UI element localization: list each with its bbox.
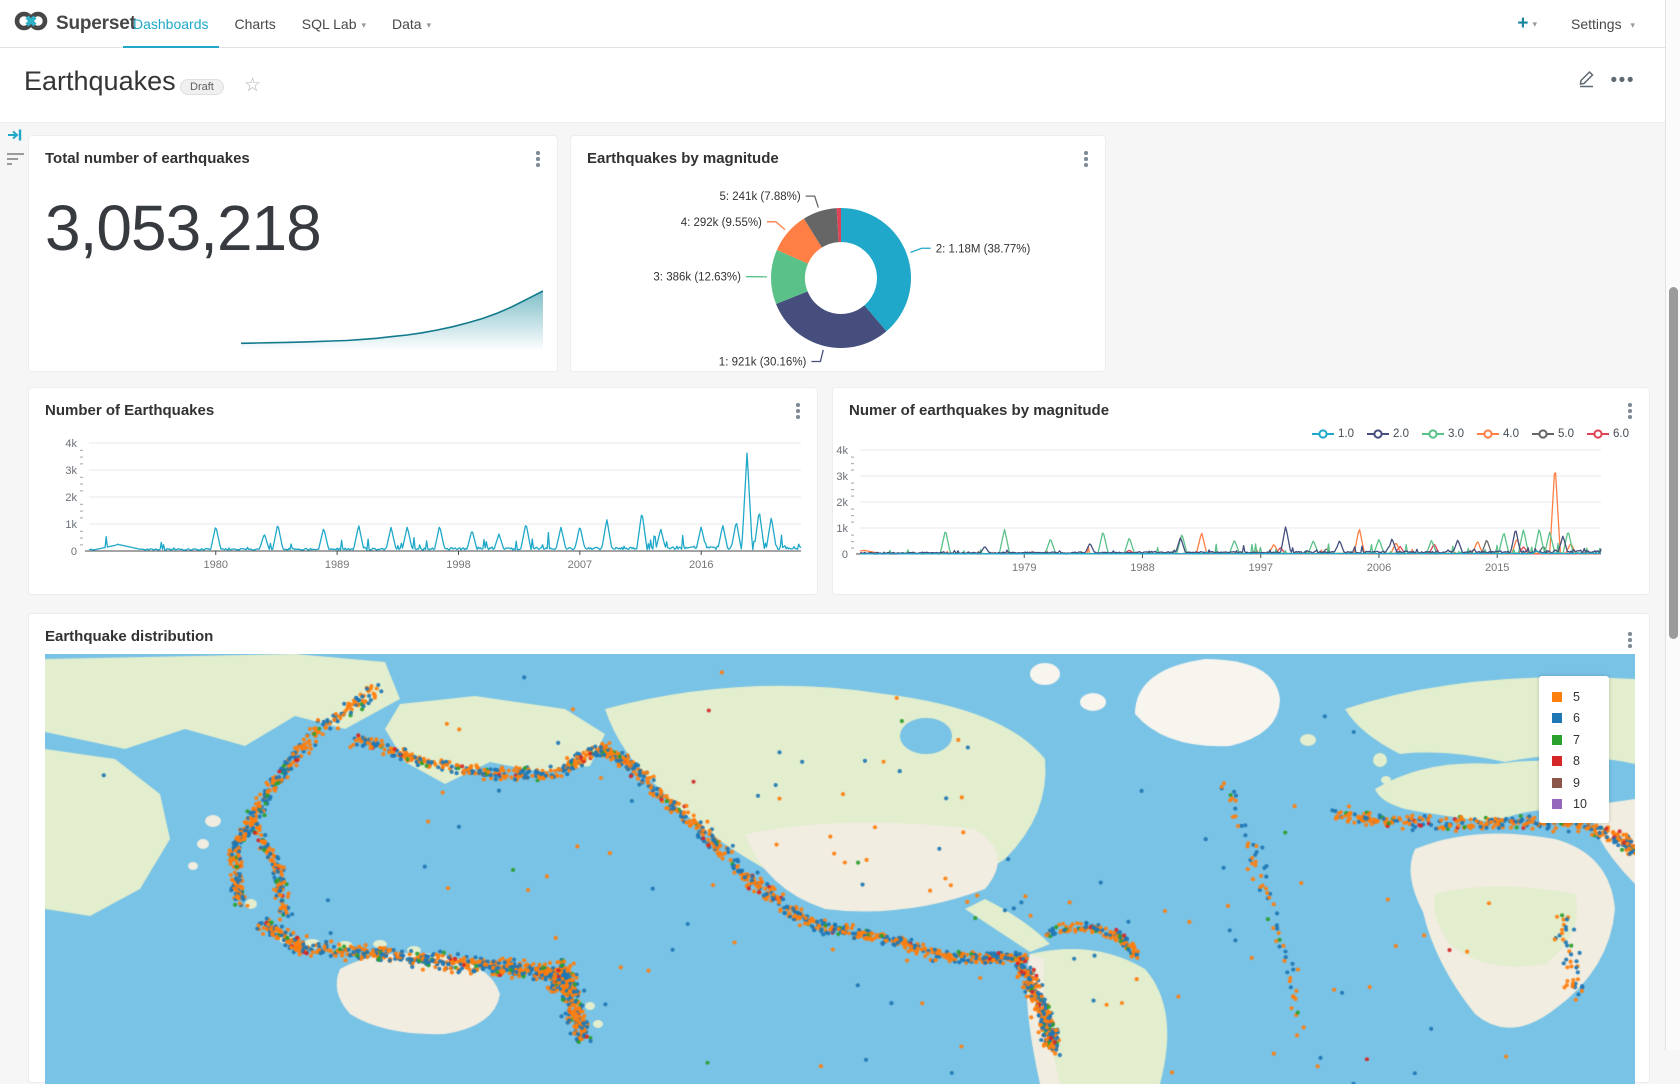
settings-label: Settings xyxy=(1571,16,1622,32)
y-axis-label: 4k xyxy=(65,438,77,450)
legend-label: 10 xyxy=(1573,797,1587,811)
top-navbar: Superset DashboardsChartsSQL Lab▾Data▾ +… xyxy=(0,0,1665,48)
nav-item-dashboards[interactable]: Dashboards xyxy=(123,0,219,48)
y-axis-label: 2k xyxy=(65,492,77,504)
donut-label-magnitude-5: 5: 241k (7.88%) xyxy=(719,191,800,203)
filter-list-icon[interactable] xyxy=(7,150,25,168)
chart-options-kebab-icon[interactable] xyxy=(536,151,540,169)
map-legend: 5 6 7 8 9 10 xyxy=(1539,676,1609,823)
nav-item-data[interactable]: Data▾ xyxy=(382,0,441,48)
superset-logo-icon xyxy=(14,9,48,38)
donut-label-magnitude-2: 2: 1.18M (38.77%) xyxy=(936,243,1031,255)
series-line-4.0[interactable] xyxy=(860,473,1601,554)
x-axis-label: 1998 xyxy=(446,559,470,571)
line-chart[interactable]: 0 1k 2k 3k 4k 1980 1989 1998 2007 2016 xyxy=(29,388,817,594)
legend-label: 9 xyxy=(1573,776,1580,790)
y-axis-label: 3k xyxy=(836,471,848,483)
card-earthquakes-by-magnitude-timeseries: Numer of earthquakes by magnitude 1.02.0… xyxy=(832,387,1650,595)
series-line-3.0[interactable] xyxy=(860,530,1601,554)
card-earthquakes-by-magnitude: Earthquakes by magnitude 2: 1.18M (38.77… xyxy=(570,135,1106,372)
donut-chart[interactable]: 2: 1.18M (38.77%) 1: 921k (30.16%) 3: 386k… xyxy=(571,136,1105,371)
world-scatter-map[interactable]: 5 6 7 8 9 10 xyxy=(45,654,1635,1084)
dashboard-header: Earthquakes Draft ☆ ••• xyxy=(0,48,1665,123)
legend-swatch-icon xyxy=(1552,713,1562,723)
x-axis-label: 2015 xyxy=(1485,562,1509,574)
donut-label-magnitude-3: 3: 386k (12.63%) xyxy=(653,272,741,284)
legend-label: 5 xyxy=(1573,690,1580,704)
expand-filter-bar-icon[interactable] xyxy=(7,128,23,147)
card-earthquake-distribution: Earthquake distribution 5 6 7 8 9 10 xyxy=(28,613,1650,1083)
big-number-value: 3,053,218 xyxy=(45,191,321,265)
legend-label: 8 xyxy=(1573,754,1580,768)
map-legend-item-8[interactable]: 8 xyxy=(1552,751,1609,773)
map-legend-item-7[interactable]: 7 xyxy=(1552,729,1609,751)
y-axis-label: 4k xyxy=(836,445,848,457)
y-axis-label: 3k xyxy=(65,465,77,477)
map-canvas[interactable] xyxy=(45,654,1635,1084)
y-axis-label: 1k xyxy=(65,519,77,531)
favorite-star-icon[interactable]: ☆ xyxy=(244,74,261,97)
x-axis-label: 1988 xyxy=(1130,562,1154,574)
status-badge: Draft xyxy=(180,79,224,95)
settings-caret-icon: ▾ xyxy=(1630,20,1635,30)
legend-swatch-icon xyxy=(1552,799,1562,809)
multi-line-chart[interactable]: 0 1k 2k 3k 4k 1979 1988 1997 2006 2015 xyxy=(833,388,1649,594)
chart-title: Earthquake distribution xyxy=(45,628,213,645)
series-line-number-of-earthquakes[interactable] xyxy=(89,453,801,550)
legend-swatch-icon xyxy=(1552,778,1562,788)
map-legend-item-10[interactable]: 10 xyxy=(1552,794,1609,816)
settings-menu[interactable]: Settings ▾ xyxy=(1571,16,1635,32)
y-axis-label: 2k xyxy=(836,497,848,509)
edit-dashboard-icon[interactable] xyxy=(1577,68,1597,93)
page-scrollbar[interactable] xyxy=(1665,0,1680,1050)
superset-brand[interactable]: Superset xyxy=(14,9,136,38)
trendline-sparkline[interactable] xyxy=(241,283,543,351)
donut-label-magnitude-1: 1: 921k (30.16%) xyxy=(719,356,807,368)
nav-item-charts[interactable]: Charts xyxy=(225,0,286,48)
nav-item-sql-lab[interactable]: SQL Lab▾ xyxy=(292,0,376,48)
legend-swatch-icon xyxy=(1552,692,1562,702)
legend-swatch-icon xyxy=(1552,756,1562,766)
page-title[interactable]: Earthquakes xyxy=(24,66,176,97)
new-item-button[interactable]: + xyxy=(1517,13,1528,35)
chart-title: Total number of earthquakes xyxy=(45,150,250,167)
dashboard-actions-menu-icon[interactable]: ••• xyxy=(1611,76,1635,86)
map-legend-item-5[interactable]: 5 xyxy=(1552,686,1609,708)
nav-caret-icon: ▾ xyxy=(361,20,366,30)
x-axis-label: 1980 xyxy=(204,559,228,571)
x-axis-label: 1989 xyxy=(325,559,349,571)
nav-caret-icon: ▾ xyxy=(427,20,432,30)
donut-label-magnitude-4: 4: 292k (9.55%) xyxy=(681,217,762,229)
x-axis-label: 2006 xyxy=(1367,562,1391,574)
map-legend-item-9[interactable]: 9 xyxy=(1552,772,1609,794)
legend-label: 6 xyxy=(1573,711,1580,725)
new-item-caret-icon[interactable]: ▾ xyxy=(1532,19,1537,30)
x-axis-label: 2016 xyxy=(689,559,713,571)
legend-label: 7 xyxy=(1573,733,1580,747)
scrollbar-thumb[interactable] xyxy=(1669,287,1678,639)
x-axis-label: 1979 xyxy=(1012,562,1036,574)
y-axis-label: 0 xyxy=(71,546,77,558)
chart-options-kebab-icon[interactable] xyxy=(1628,632,1632,650)
x-axis-label: 1997 xyxy=(1248,562,1272,574)
y-axis-label: 1k xyxy=(836,523,848,535)
legend-swatch-icon xyxy=(1552,735,1562,745)
y-axis-label: 0 xyxy=(842,549,848,561)
x-axis-label: 2007 xyxy=(568,559,592,571)
card-number-of-earthquakes: Number of Earthquakes 01k2k3k4k198019891… xyxy=(28,387,818,595)
card-total-earthquakes: Total number of earthquakes 3,053,218 xyxy=(28,135,558,372)
nav-items: DashboardsChartsSQL Lab▾Data▾ xyxy=(123,0,447,48)
map-legend-item-6[interactable]: 6 xyxy=(1552,708,1609,730)
